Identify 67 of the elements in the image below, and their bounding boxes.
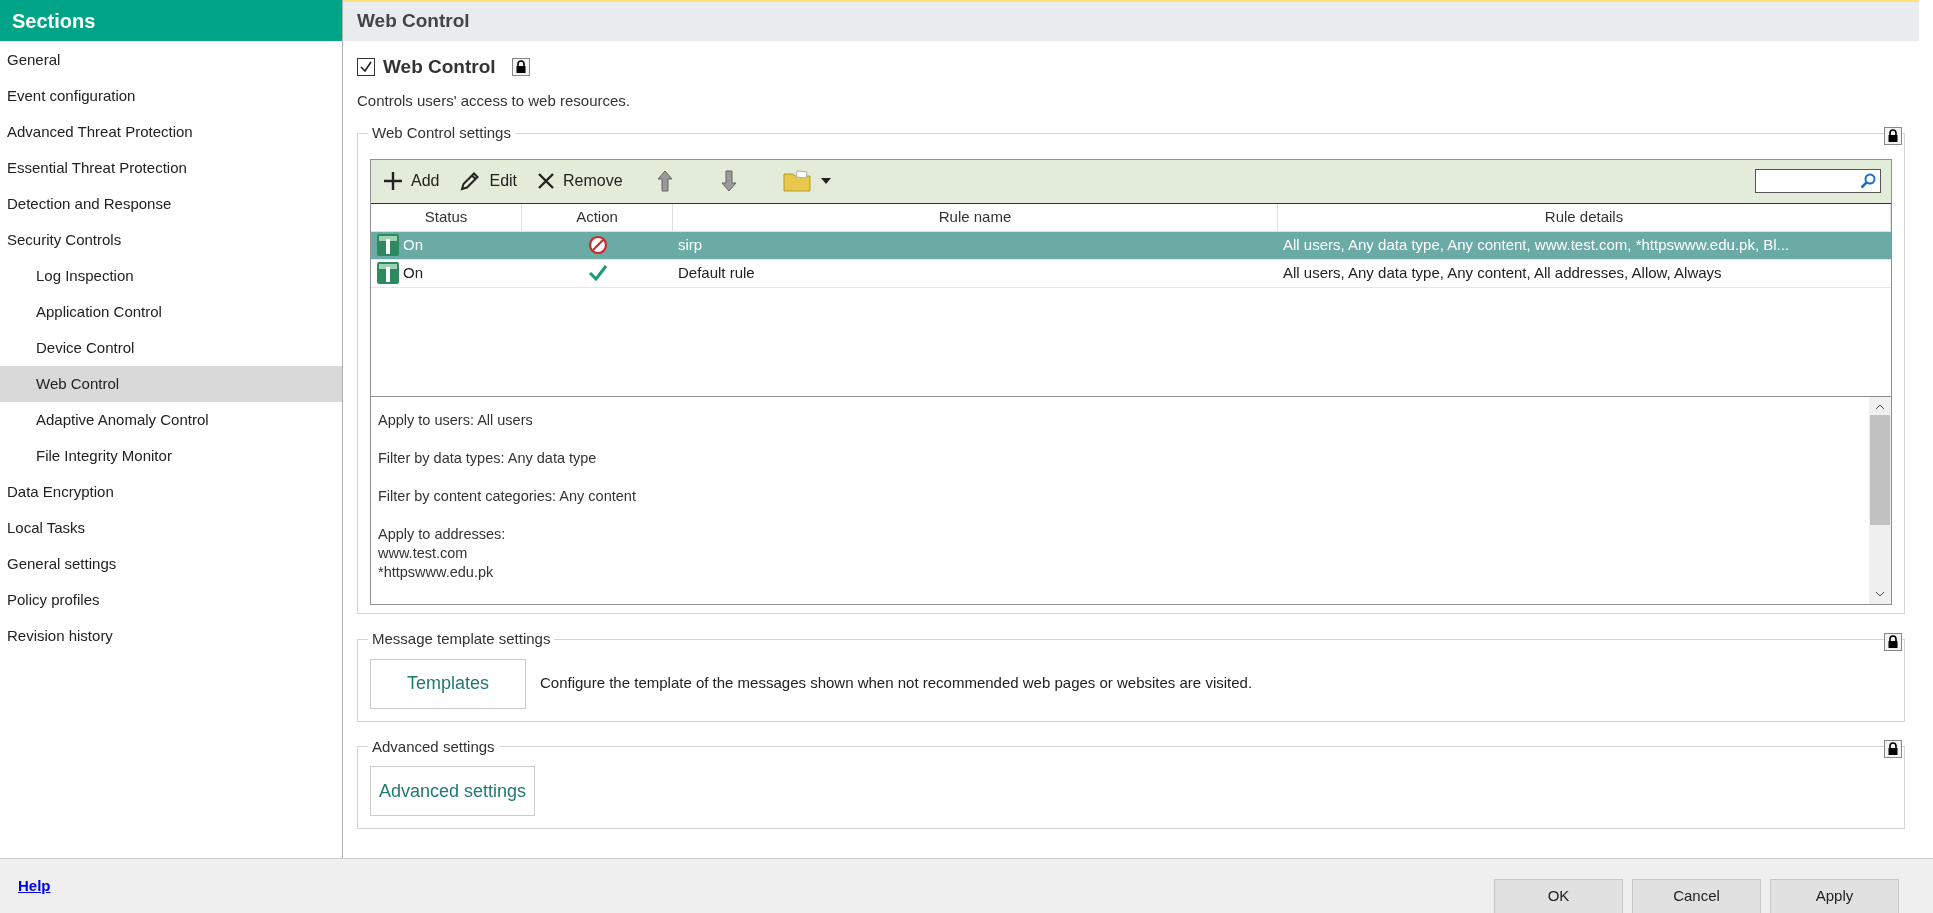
- group-legend: Advanced settings: [368, 735, 499, 758]
- down-arrow-icon: [720, 170, 737, 192]
- sidebar-item[interactable]: File Integrity Monitor: [0, 438, 342, 474]
- lock-icon[interactable]: [1884, 126, 1902, 145]
- dialog-button[interactable]: Apply: [1770, 879, 1899, 913]
- sidebar-item[interactable]: Data Encryption: [0, 474, 342, 510]
- detail-line: *httpswww.edu.pk: [378, 562, 495, 582]
- plus-icon: [383, 171, 403, 191]
- sidebar-item[interactable]: Device Control: [0, 330, 342, 366]
- caret-icon: [820, 178, 831, 184]
- column-header[interactable]: Rule details: [1278, 203, 1891, 231]
- column-header[interactable]: Action: [522, 203, 673, 231]
- detail-line: Apply to addresses:: [378, 524, 507, 544]
- templates-button[interactable]: Templates: [370, 658, 526, 709]
- sidebar-item[interactable]: General settings: [0, 546, 342, 582]
- up-arrow-icon: [656, 170, 673, 192]
- dialog-button[interactable]: Cancel: [1632, 879, 1761, 913]
- detail-line: Filter by data types: Any data type: [378, 448, 598, 468]
- sidebar-item[interactable]: Application Control: [0, 294, 342, 330]
- edit-button[interactable]: Edit: [457, 164, 520, 198]
- toggle-icon: [377, 234, 399, 256]
- folder-icon: [782, 170, 811, 192]
- rule-name: sirp: [677, 234, 704, 255]
- template-description: Configure the template of the messages shown when not recommended web pages or websites are visited.: [540, 673, 1253, 694]
- rule-name: Default rule: [677, 262, 756, 283]
- toggle-icon: [377, 262, 399, 284]
- enable-label: Web Control: [383, 55, 496, 79]
- help-link[interactable]: Help: [18, 875, 51, 898]
- column-header[interactable]: Rule name: [673, 203, 1278, 231]
- rule-details: All users, Any data type, Any content, All addresses, Allow, Always: [1282, 262, 1723, 283]
- sidebar-item[interactable]: General: [0, 42, 342, 78]
- sidebar-item[interactable]: Local Tasks: [0, 510, 342, 546]
- rule-details: All users, Any data type, Any content, www.test.com, *httpswww.edu.pk, Bl...: [1282, 234, 1791, 255]
- sidebar-item[interactable]: Detection and Response: [0, 186, 342, 222]
- advanced-settings-button[interactable]: Advanced settings: [370, 766, 536, 816]
- status-text: On: [403, 234, 423, 255]
- status-text: On: [403, 262, 423, 283]
- sidebar-item[interactable]: Web Control: [0, 366, 342, 402]
- detail-line: www.test.com: [378, 543, 469, 563]
- sidebar-item[interactable]: Event configuration: [0, 78, 342, 114]
- rule-row[interactable]: On Default rule All users, Any data type, Any content, All addresses, Allow, Always: [371, 259, 1891, 288]
- sidebar-item[interactable]: Security Controls: [0, 222, 342, 258]
- close-icon: [537, 172, 556, 190]
- group-legend: Web Control settings: [368, 122, 515, 145]
- lock-icon[interactable]: [511, 58, 530, 77]
- add-button[interactable]: Add: [381, 164, 442, 198]
- sidebar-item[interactable]: Advanced Threat Protection: [0, 114, 342, 150]
- search-icon: [1860, 173, 1876, 189]
- detail-line: Filter by content categories: Any content: [378, 486, 637, 506]
- search-field[interactable]: [1755, 169, 1881, 193]
- sidebar-item[interactable]: Essential Threat Protection: [0, 150, 342, 186]
- sidebar-item[interactable]: Revision history: [0, 618, 342, 654]
- enable-checkbox[interactable]: [357, 58, 375, 77]
- dialog-button[interactable]: OK: [1494, 879, 1623, 913]
- column-header[interactable]: Status: [371, 203, 522, 231]
- sidebar-item[interactable]: Adaptive Anomaly Control: [0, 402, 342, 438]
- lock-icon[interactable]: [1884, 740, 1902, 758]
- detail-line: Apply to users: All users: [378, 410, 534, 430]
- remove-button[interactable]: Remove: [535, 164, 625, 198]
- sidebar-item[interactable]: Policy profiles: [0, 582, 342, 618]
- page-header: Web Control: [343, 0, 1919, 41]
- sidebar-item[interactable]: Log Inspection: [0, 258, 342, 294]
- lock-icon[interactable]: [1884, 632, 1902, 651]
- page-description: Controls users' access to web resources.: [356, 90, 631, 111]
- scrollbar[interactable]: [1869, 396, 1891, 604]
- sidebar-header: Sections: [0, 0, 342, 41]
- group-legend: Message template settings: [368, 628, 555, 651]
